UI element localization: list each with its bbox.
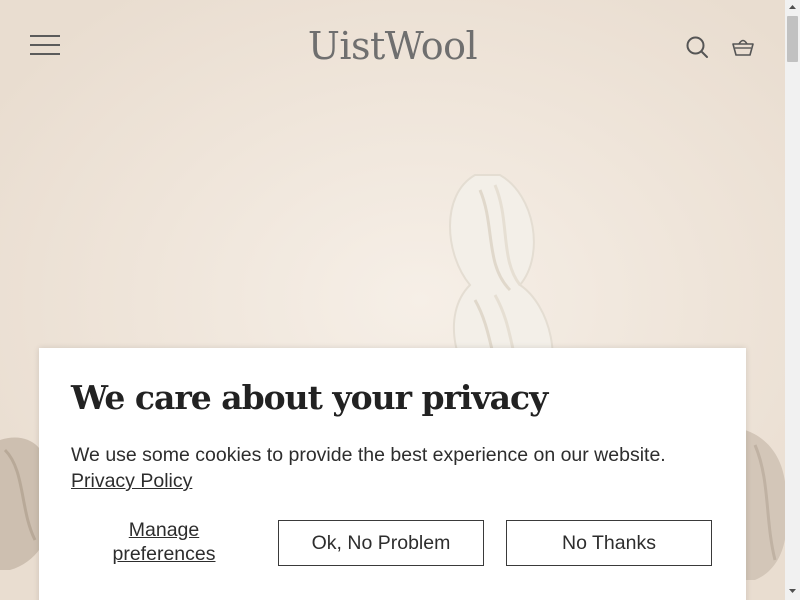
vertical-scrollbar[interactable] xyxy=(785,0,800,600)
dialog-body: We use some cookies to provide the best … xyxy=(71,442,731,494)
basket-icon[interactable] xyxy=(731,35,755,59)
dialog-title: We care about your privacy xyxy=(71,378,548,417)
scroll-up-arrow-icon[interactable] xyxy=(785,0,800,14)
hamburger-menu-icon[interactable] xyxy=(30,35,60,55)
accept-cookies-button[interactable]: Ok, No Problem xyxy=(278,520,484,566)
page: UistWool We care about your privacy We u… xyxy=(0,0,785,600)
decline-cookies-button[interactable]: No Thanks xyxy=(506,520,712,566)
site-logo[interactable]: UistWool xyxy=(305,24,480,68)
search-icon[interactable] xyxy=(685,35,709,59)
scroll-down-arrow-icon[interactable] xyxy=(785,584,800,598)
privacy-policy-link[interactable]: Privacy Policy xyxy=(71,470,192,492)
dialog-body-text: We use some cookies to provide the best … xyxy=(71,444,666,466)
site-header: UistWool xyxy=(0,0,785,92)
manage-preferences-link[interactable]: Manage preferences xyxy=(89,518,239,566)
scrollbar-thumb[interactable] xyxy=(787,16,798,62)
privacy-dialog: We care about your privacy We use some c… xyxy=(39,348,746,600)
